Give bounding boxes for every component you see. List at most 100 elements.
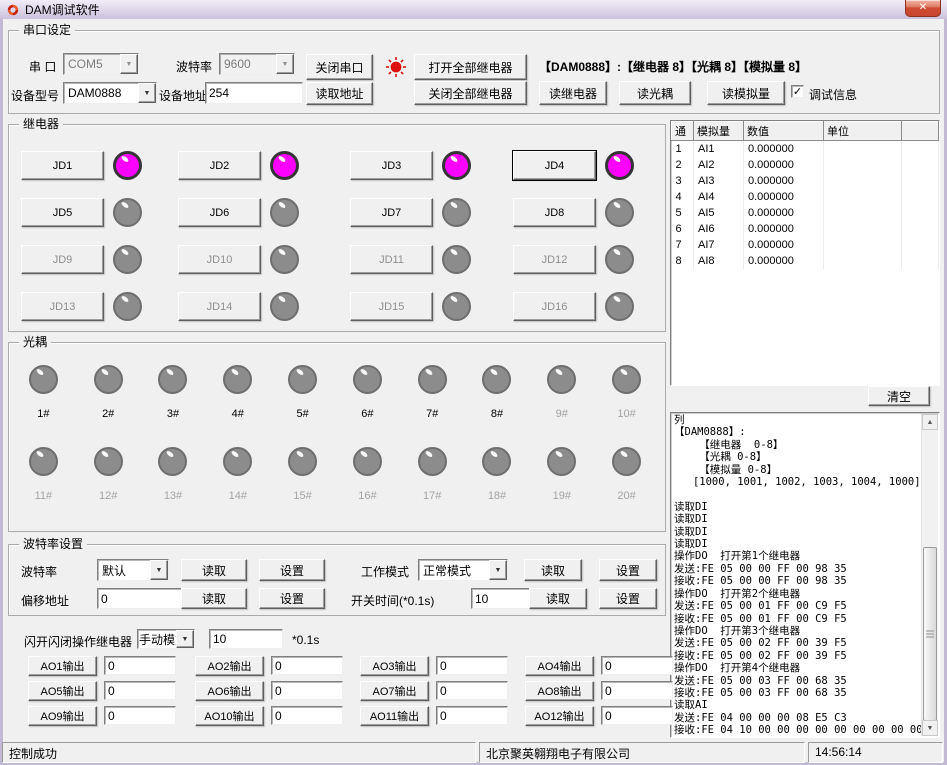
scroll-up-icon[interactable]: ▲ (922, 414, 938, 430)
offset-set-button[interactable]: 设置 (259, 588, 325, 609)
relay-button-jd10[interactable]: JD10 (178, 245, 261, 274)
read-analog-button[interactable]: 读模拟量 (707, 81, 785, 105)
analog-table-header[interactable] (902, 122, 939, 141)
relay-button-jd9[interactable]: JD9 (21, 245, 104, 274)
opto-channel: 20# (594, 447, 659, 529)
table-row[interactable]: 5AI50.000000 (672, 205, 939, 221)
ao-output-input-1[interactable] (104, 656, 176, 675)
ao-output-input-9[interactable] (104, 706, 176, 725)
ao-output-button-5[interactable]: AO5输出 (28, 681, 97, 701)
ao-output-input-4[interactable] (601, 656, 673, 675)
ao-output-button-1[interactable]: AO1输出 (28, 656, 97, 676)
analog-table-header[interactable]: 通 (672, 122, 694, 141)
table-row[interactable]: 7AI70.000000 (672, 237, 939, 253)
ao-cell: AO6输出 (195, 681, 360, 706)
baud-set-button[interactable]: 设置 (259, 559, 325, 581)
ao-output-input-10[interactable] (271, 706, 343, 725)
relay-button-jd11[interactable]: JD11 (350, 245, 433, 274)
ao-output-button-10[interactable]: AO10输出 (195, 706, 264, 726)
ao-output-input-5[interactable] (104, 681, 176, 700)
close-all-relays-button[interactable]: 关闭全部继电器 (414, 81, 527, 105)
opto-channel: 9# (529, 365, 594, 447)
relay-button-jd16[interactable]: JD16 (513, 292, 596, 321)
relay-button-jd15[interactable]: JD15 (350, 292, 433, 321)
baud-read-button[interactable]: 读取 (181, 559, 247, 581)
table-row[interactable]: 2AI20.000000 (672, 157, 939, 173)
relay-button-jd8[interactable]: JD8 (513, 198, 596, 227)
opto-channel: 2# (76, 365, 141, 447)
chevron-down-icon[interactable]: ▼ (150, 560, 168, 580)
relay-button-jd1[interactable]: JD1 (21, 151, 104, 180)
ao-output-button-2[interactable]: AO2输出 (195, 656, 264, 676)
debug-info-checkbox[interactable]: ✓ (791, 85, 804, 98)
relay-button-jd13[interactable]: JD13 (21, 292, 104, 321)
baudrate-select[interactable]: 默认 ▼ (97, 559, 169, 581)
relay-cell: JD16 (513, 283, 653, 330)
ao-output-button-11[interactable]: AO11输出 (360, 706, 429, 726)
chevron-down-icon[interactable]: ▼ (138, 83, 156, 103)
relay-button-jd4[interactable]: JD4 (513, 151, 596, 180)
ao-output-button-6[interactable]: AO6输出 (195, 681, 264, 701)
ao-output-button-7[interactable]: AO7输出 (360, 681, 429, 701)
device-model-select[interactable]: DAM0888 ▼ (63, 82, 157, 104)
ao-output-input-12[interactable] (601, 706, 673, 725)
close-serial-button[interactable]: 关闭串口 (306, 54, 373, 80)
relay-button-jd6[interactable]: JD6 (178, 198, 261, 227)
relay-button-jd5[interactable]: JD5 (21, 198, 104, 227)
relay-button-jd7[interactable]: JD7 (350, 198, 433, 227)
relay-button-jd3[interactable]: JD3 (350, 151, 433, 180)
device-addr-label: 设备地址 (159, 87, 207, 104)
chevron-down-icon[interactable]: ▼ (276, 54, 294, 74)
read-relay-button[interactable]: 读继电器 (539, 81, 607, 105)
table-row[interactable]: 6AI60.000000 (672, 221, 939, 237)
workmode-read-button[interactable]: 读取 (524, 559, 582, 581)
open-all-relays-button[interactable]: 打开全部继电器 (414, 54, 527, 80)
log-scrollbar[interactable]: ▲ ▼ (921, 414, 938, 736)
offset-read-button[interactable]: 读取 (181, 588, 247, 609)
clear-log-button[interactable]: 清空 (868, 386, 930, 406)
scrollbar-thumb[interactable] (923, 547, 937, 721)
relay-button-jd2[interactable]: JD2 (178, 151, 261, 180)
read-addr-button[interactable]: 读取地址 (306, 82, 373, 105)
opto-group: 光耦 1#2#3#4#5#6#7#8#9#10#11#12#13#14#15#1… (8, 342, 666, 532)
flash-mode-select[interactable]: 手动模式 ▼ (137, 629, 195, 649)
ao-output-input-6[interactable] (271, 681, 343, 700)
switchtime-read-button[interactable]: 读取 (529, 588, 587, 609)
ao-output-input-2[interactable] (271, 656, 343, 675)
analog-table-header[interactable]: 单位 (824, 122, 902, 141)
chevron-down-icon[interactable]: ▼ (489, 560, 507, 580)
serial-port-select[interactable]: COM5 ▼ (63, 53, 139, 75)
read-opto-button[interactable]: 读光耦 (619, 81, 691, 105)
ao-output-button-3[interactable]: AO3输出 (360, 656, 429, 676)
ao-output-input-11[interactable] (436, 706, 508, 725)
workmode-set-button[interactable]: 设置 (599, 559, 657, 581)
baud-select[interactable]: 9600 ▼ (219, 53, 295, 75)
ao-output-button-8[interactable]: AO8输出 (525, 681, 594, 701)
table-cell: 0.000000 (744, 141, 824, 158)
ao-output-input-8[interactable] (601, 681, 673, 700)
ao-output-input-3[interactable] (436, 656, 508, 675)
scroll-down-icon[interactable]: ▼ (922, 720, 938, 736)
switchtime-set-button[interactable]: 设置 (599, 588, 657, 609)
relay-button-jd14[interactable]: JD14 (178, 292, 261, 321)
analog-table-header-row: 通模拟量数值单位 (672, 122, 939, 141)
table-row[interactable]: 4AI40.000000 (672, 189, 939, 205)
chevron-down-icon[interactable]: ▼ (120, 54, 138, 74)
opto-channel-label: 17# (423, 490, 441, 502)
device-addr-input[interactable] (205, 82, 303, 104)
ao-output-button-4[interactable]: AO4输出 (525, 656, 594, 676)
analog-table-header[interactable]: 模拟量 (694, 122, 744, 141)
table-cell (824, 141, 902, 158)
ao-output-button-12[interactable]: AO12输出 (525, 706, 594, 726)
flash-time-input[interactable] (209, 629, 283, 649)
table-row[interactable]: 8AI80.000000 (672, 253, 939, 269)
ao-output-input-7[interactable] (436, 681, 508, 700)
workmode-select[interactable]: 正常模式 ▼ (418, 559, 508, 581)
table-row[interactable]: 3AI30.000000 (672, 173, 939, 189)
chevron-down-icon[interactable]: ▼ (176, 630, 194, 648)
analog-table-header[interactable]: 数值 (744, 122, 824, 141)
table-row[interactable]: 1AI10.000000 (672, 141, 939, 158)
ao-output-button-9[interactable]: AO9输出 (28, 706, 97, 726)
offset-addr-input[interactable] (97, 588, 187, 609)
relay-button-jd12[interactable]: JD12 (513, 245, 596, 274)
